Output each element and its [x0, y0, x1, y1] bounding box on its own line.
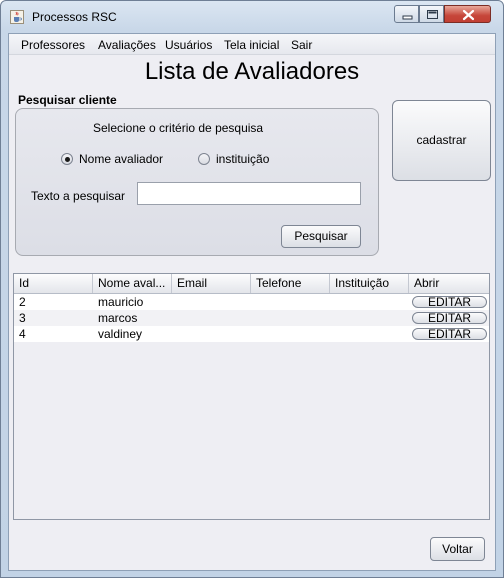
- page-title: Lista de Avaliadores: [144, 58, 360, 85]
- app-window: Processos RSC Professores Avaliações Usu…: [0, 0, 504, 578]
- cell-email: [172, 326, 251, 342]
- column-header-abrir[interactable]: Abrir: [409, 274, 489, 293]
- table-header: Id Nome aval... Email Telefone Instituiç…: [14, 274, 489, 294]
- radio-nome-avaliador[interactable]: Nome avaliador: [61, 151, 163, 167]
- table-body: 2 mauricio EDITAR 3 marcos EDITAR 4 vald…: [14, 294, 489, 342]
- cell-instituicao: [330, 310, 409, 326]
- cell-email: [172, 294, 251, 310]
- cell-id: 2: [19, 295, 26, 309]
- search-panel: Selecione o critério de pesquisa Nome av…: [15, 108, 379, 256]
- register-button[interactable]: cadastrar: [392, 100, 491, 181]
- criteria-label: Selecione o critério de pesquisa: [93, 121, 264, 135]
- search-section-label: Pesquisar cliente: [18, 93, 117, 107]
- column-header-nome[interactable]: Nome aval...: [93, 274, 172, 293]
- column-header-telefone[interactable]: Telefone: [251, 274, 330, 293]
- table-row[interactable]: 2 mauricio EDITAR: [14, 294, 489, 310]
- close-button[interactable]: [444, 5, 491, 23]
- cell-telefone: [251, 294, 330, 310]
- cell-id: 4: [19, 327, 26, 341]
- java-cup-icon: [10, 10, 24, 24]
- title-bar[interactable]: Processos RSC: [1, 1, 503, 33]
- cell-instituicao: [330, 326, 409, 342]
- radio-label-instituicao: instituição: [216, 152, 270, 166]
- back-button[interactable]: Voltar: [430, 537, 485, 561]
- search-button[interactable]: Pesquisar: [281, 225, 361, 248]
- radio-instituicao[interactable]: instituição: [198, 151, 269, 167]
- cell-nome: mauricio: [98, 295, 144, 309]
- radio-label-nome-avaliador: Nome avaliador: [79, 152, 164, 166]
- menu-professores[interactable]: Professores: [21, 38, 85, 52]
- search-text-label: Texto a pesquisar: [31, 189, 126, 203]
- search-input[interactable]: [137, 182, 361, 205]
- cell-nome: marcos: [98, 311, 138, 325]
- cell-id: 3: [19, 311, 26, 325]
- maximize-icon: [427, 10, 438, 19]
- cell-nome: valdiney: [98, 327, 143, 341]
- menu-tela-inicial[interactable]: Tela inicial: [224, 38, 279, 52]
- edit-button[interactable]: EDITAR: [412, 312, 487, 324]
- radio-button-unchecked[interactable]: [198, 153, 210, 165]
- table-row[interactable]: 3 marcos EDITAR: [14, 310, 489, 326]
- window-title: Processos RSC: [32, 10, 117, 24]
- minimize-icon: [402, 15, 413, 20]
- minimize-button[interactable]: [394, 5, 419, 23]
- menu-bar: Professores Avaliações Usuários Tela ini…: [9, 34, 495, 55]
- table-row[interactable]: 4 valdiney EDITAR: [14, 326, 489, 342]
- window-content: Professores Avaliações Usuários Tela ini…: [8, 33, 496, 571]
- evaluators-table: Id Nome aval... Email Telefone Instituiç…: [13, 273, 490, 520]
- close-icon: [462, 9, 475, 21]
- edit-button[interactable]: EDITAR: [412, 328, 487, 340]
- menu-avaliacoes[interactable]: Avaliações: [98, 38, 156, 52]
- cell-instituicao: [330, 294, 409, 310]
- cell-telefone: [251, 310, 330, 326]
- radio-button-checked[interactable]: [61, 153, 73, 165]
- maximize-button[interactable]: [419, 5, 444, 23]
- column-header-instituicao[interactable]: Instituição: [330, 274, 409, 293]
- edit-button[interactable]: EDITAR: [412, 296, 487, 308]
- menu-sair[interactable]: Sair: [291, 38, 312, 52]
- column-header-id[interactable]: Id: [14, 274, 93, 293]
- cell-telefone: [251, 326, 330, 342]
- column-header-email[interactable]: Email: [172, 274, 251, 293]
- menu-usuarios[interactable]: Usuários: [165, 38, 212, 52]
- cell-email: [172, 310, 251, 326]
